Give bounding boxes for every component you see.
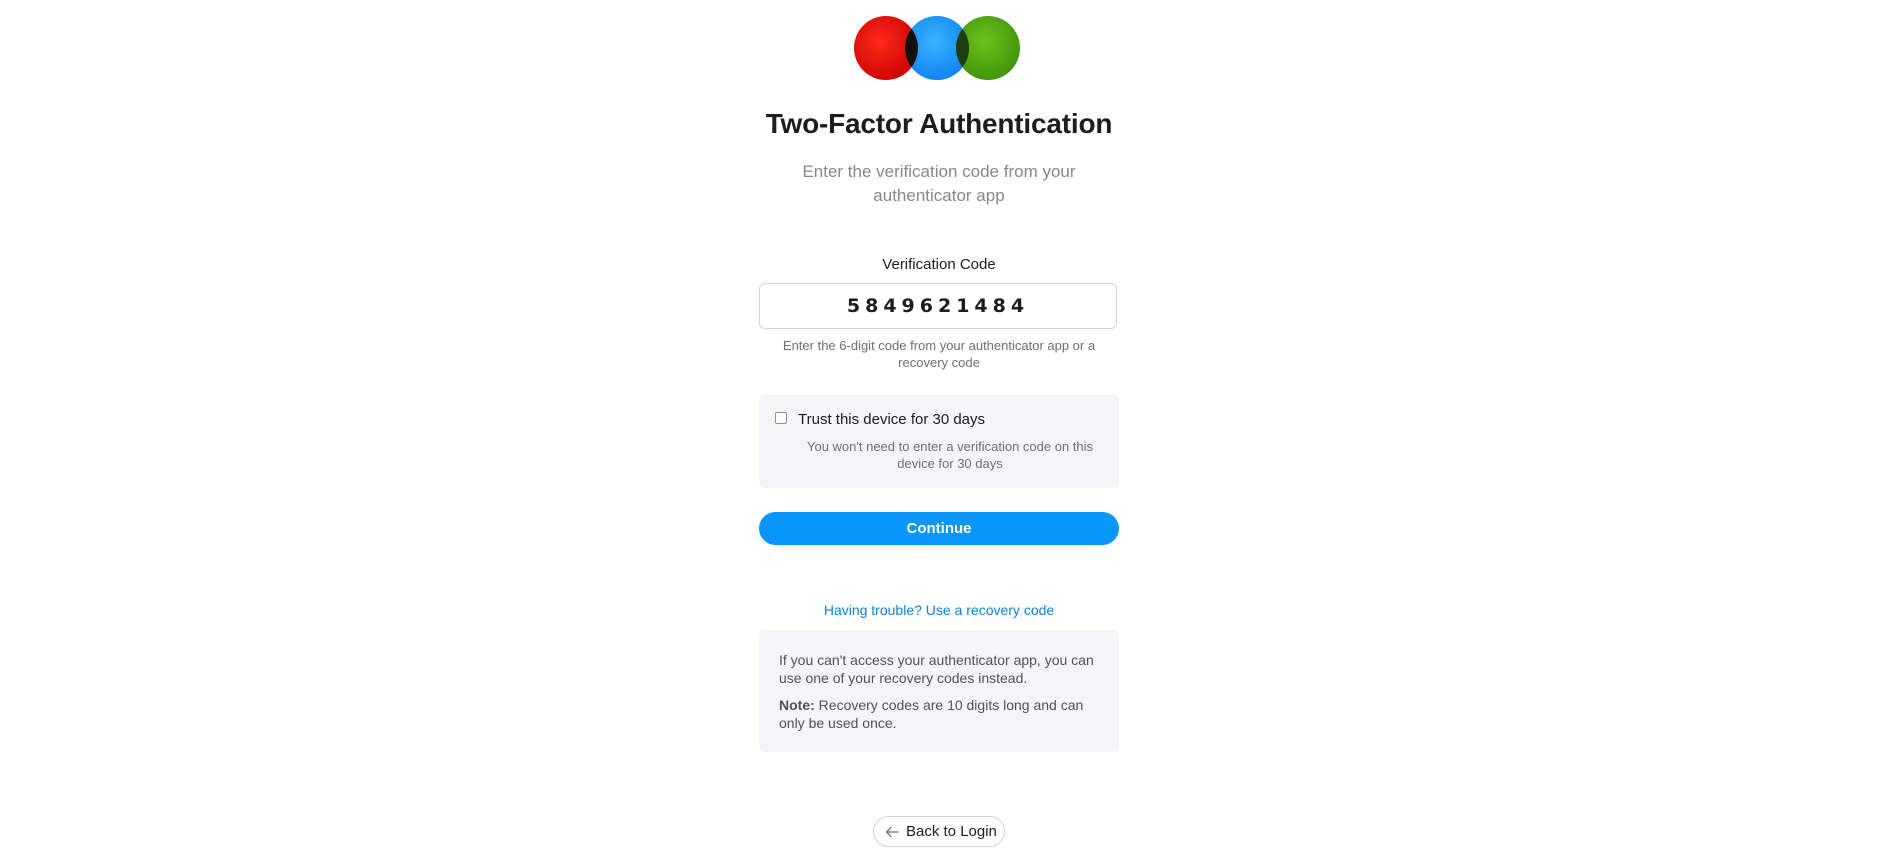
continue-button[interactable]: Continue [759,512,1119,545]
back-to-login-label: Back to Login [906,823,997,840]
trust-device-panel: Trust this device for 30 days You won't … [759,394,1119,488]
note-text: Recovery codes are 10 digits long and ca… [779,697,1084,731]
recovery-info-panel: If you can't access your authenticator a… [759,630,1119,752]
recovery-note: Note: Recovery codes are 10 digits long … [779,696,1099,732]
trust-device-label[interactable]: Trust this device for 30 days [798,411,985,428]
recovery-info-text: If you can't access your authenticator a… [779,652,1094,686]
page-title: Two-Factor Authentication [765,108,1113,139]
two-factor-page: Two-Factor Authentication Enter the veri… [0,0,1878,852]
verification-code-input[interactable] [759,283,1117,329]
verification-code-hint: Enter the 6-digit code from your authent… [782,338,1096,370]
three-circle-logo-icon [854,16,1020,80]
back-to-login-button[interactable]: Back to Login [873,816,1005,847]
trust-device-description: You won't need to enter a verification c… [806,439,1094,471]
recovery-code-link[interactable]: Having trouble? Use a recovery code [0,602,1878,618]
verification-code-label: Verification Code [882,256,996,273]
arrow-left-icon [885,826,899,838]
page-subtitle: Enter the verification code from your au… [802,162,1076,205]
trust-device-checkbox[interactable] [775,412,787,424]
app-logo [853,15,1021,81]
note-label: Note: [779,697,815,713]
